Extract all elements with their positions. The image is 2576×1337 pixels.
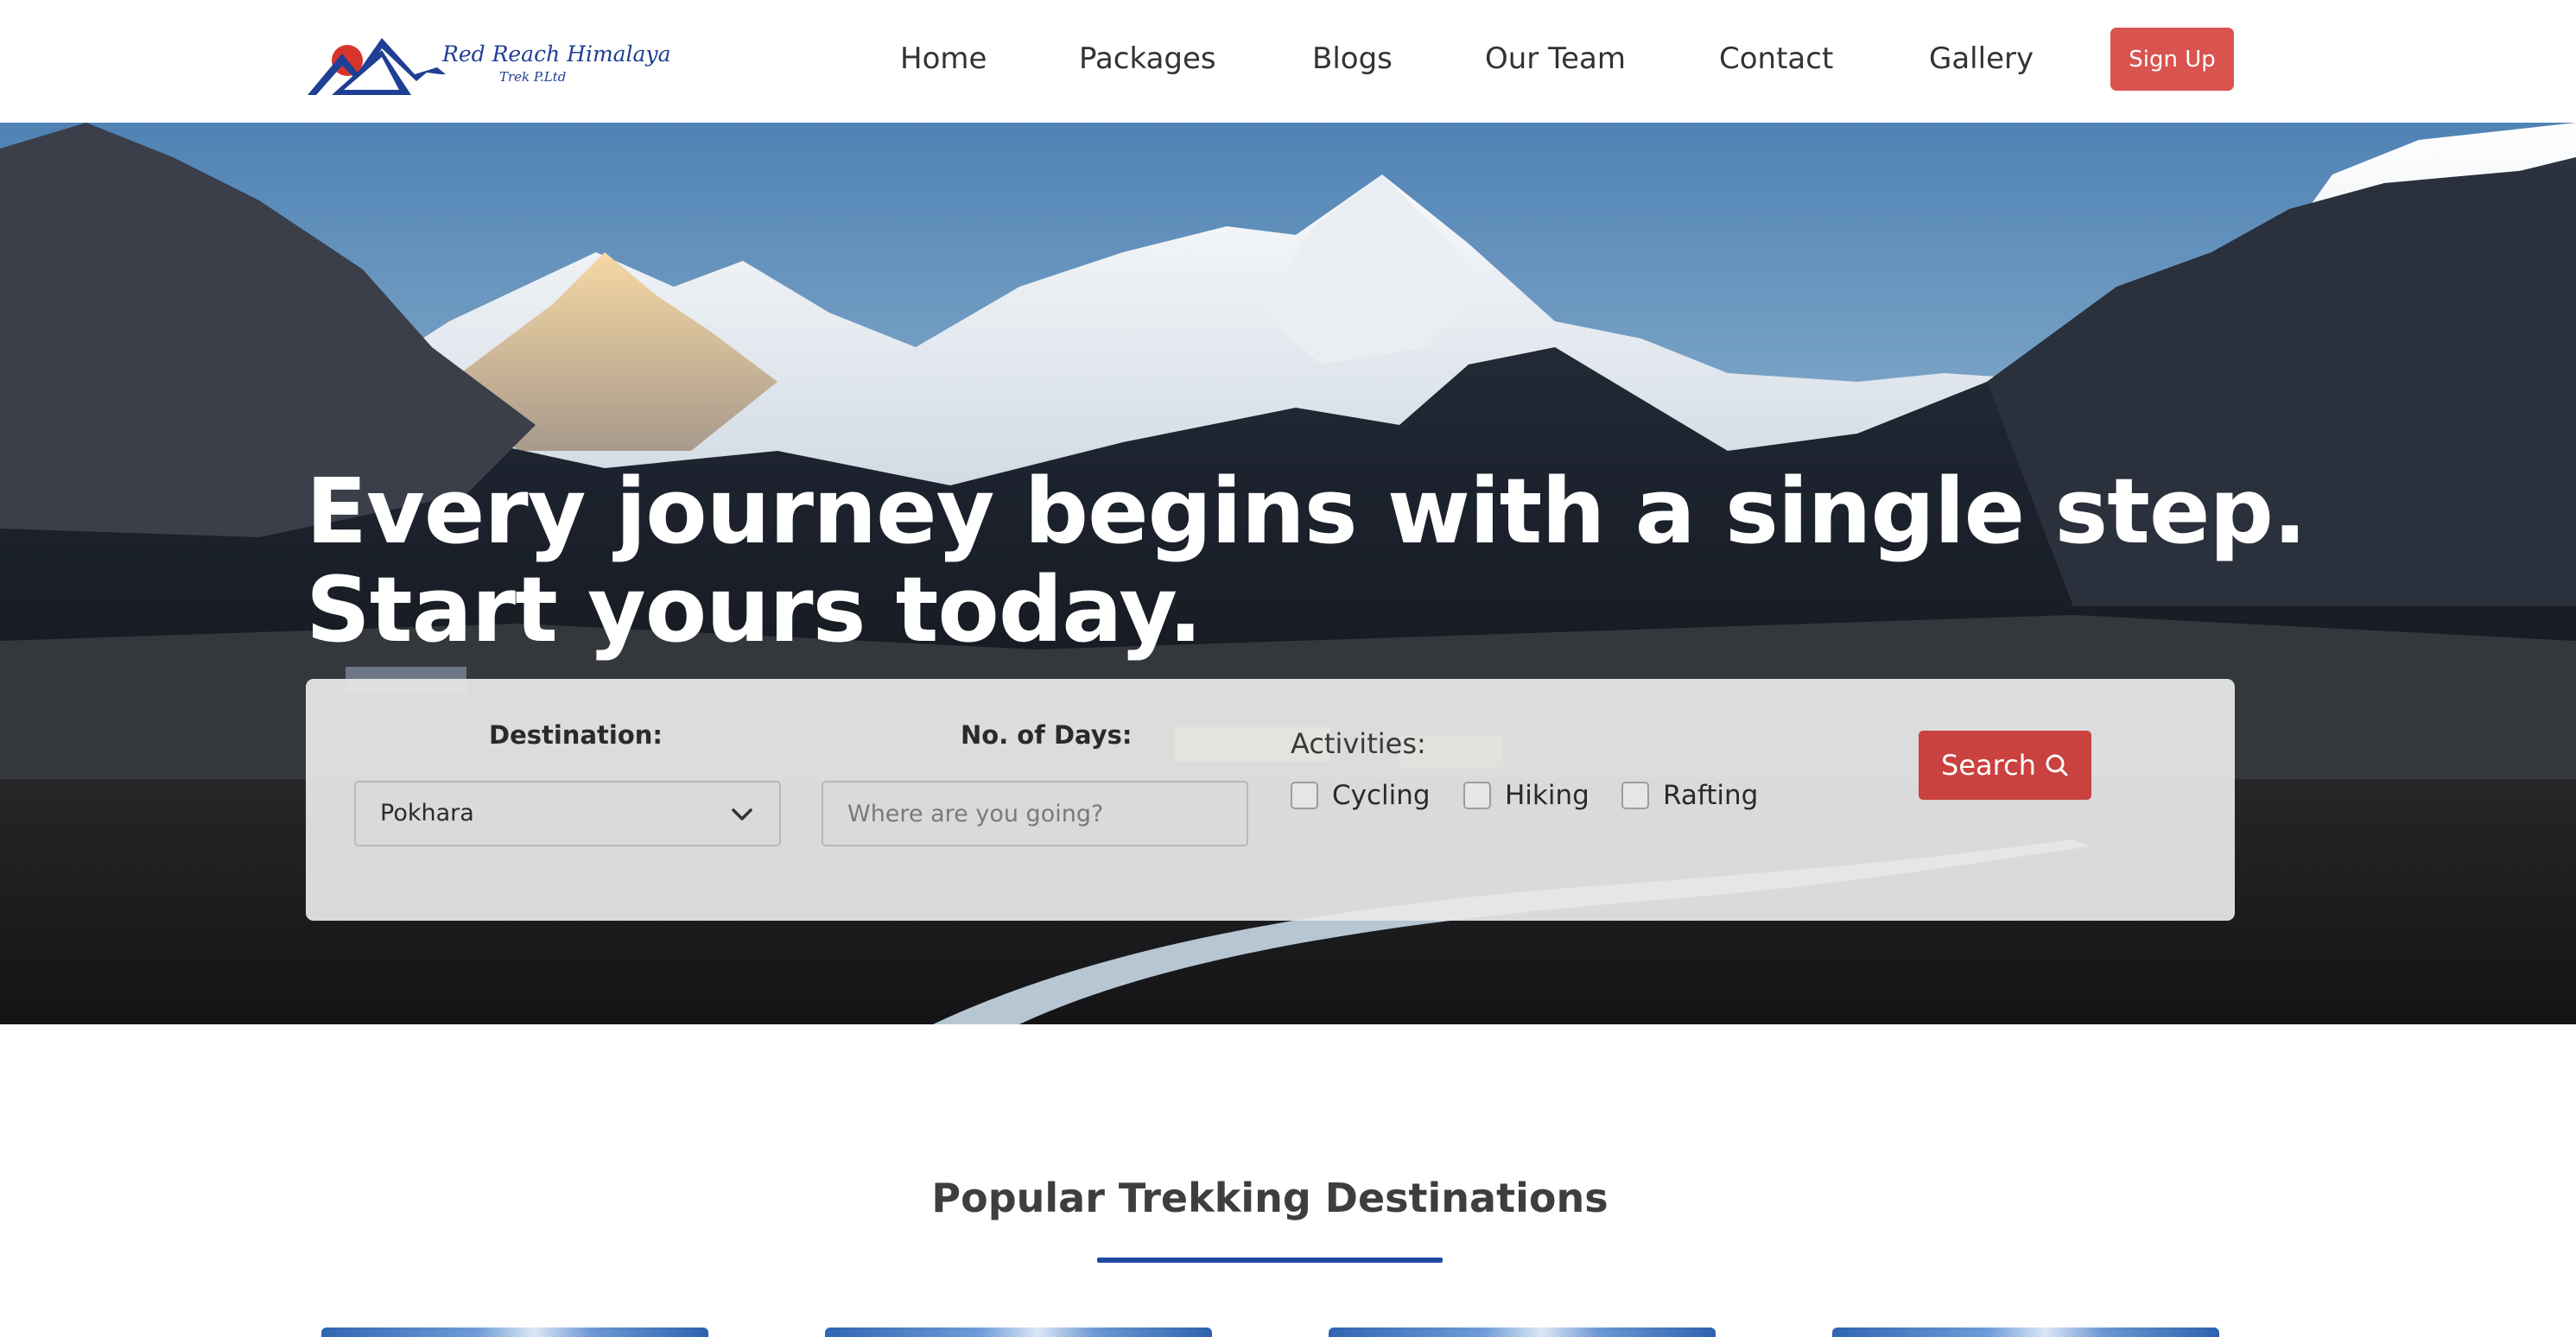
search-button-label: Search (1941, 749, 2036, 782)
days-label: No. of Days: (961, 720, 1133, 750)
nav-blogs[interactable]: Blogs (1312, 38, 1393, 79)
destination-card-2[interactable] (825, 1327, 1212, 1337)
destination-label: Destination: (489, 720, 663, 750)
destination-select[interactable]: Pokhara (354, 781, 781, 846)
hero-banner: Every journey begins with a single step.… (0, 123, 2576, 1024)
section-title: Popular Trekking Destinations (931, 1175, 1608, 1221)
destination-card-1[interactable] (321, 1327, 708, 1337)
destination-selected-value: Pokhara (380, 800, 474, 827)
destination-card-3[interactable] (1329, 1327, 1716, 1337)
rafting-label: Rafting (1663, 780, 1759, 811)
rafting-checkbox[interactable] (1621, 782, 1649, 809)
search-icon (2046, 754, 2068, 776)
activity-cycling[interactable]: Cycling (1291, 780, 1431, 811)
hero-headline: Every journey begins with a single step.… (306, 462, 2306, 659)
days-input[interactable] (822, 781, 1248, 846)
trek-search-form: Destination: Pokhara No. of Days: Activi… (306, 679, 2235, 921)
activities-label: Activities: (1291, 727, 1426, 760)
hero-headline-line-2: Start yours today. (306, 557, 1202, 662)
cycling-checkbox[interactable] (1291, 782, 1318, 809)
signup-button[interactable]: Sign Up (2110, 28, 2234, 91)
nav-home[interactable]: Home (900, 38, 987, 79)
brand-logo[interactable]: Red Reach Himalaya Trek P.Ltd (308, 33, 670, 98)
hiking-label: Hiking (1505, 780, 1589, 811)
hiking-checkbox[interactable] (1463, 782, 1491, 809)
cycling-label: Cycling (1332, 780, 1431, 811)
navbar: Red Reach Himalaya Trek P.Ltd Home Packa… (0, 0, 2576, 123)
nav-gallery[interactable]: Gallery (1929, 38, 2034, 79)
section-title-underline (1097, 1258, 1443, 1263)
destination-card-4[interactable] (1832, 1327, 2219, 1337)
activity-rafting[interactable]: Rafting (1621, 780, 1758, 811)
mountain-logo-icon (308, 38, 446, 95)
nav-packages[interactable]: Packages (1079, 38, 1216, 79)
hero-headline-line-1: Every journey begins with a single step. (306, 459, 2306, 564)
nav-our-team[interactable]: Our Team (1485, 38, 1626, 79)
nav-contact[interactable]: Contact (1719, 38, 1833, 79)
search-button[interactable]: Search (1919, 731, 2091, 800)
activity-hiking[interactable]: Hiking (1463, 780, 1589, 811)
chevron-down-icon (732, 808, 752, 821)
brand-name: Red Reach Himalaya (442, 41, 671, 67)
brand-sub: Trek P.Ltd (499, 69, 567, 85)
